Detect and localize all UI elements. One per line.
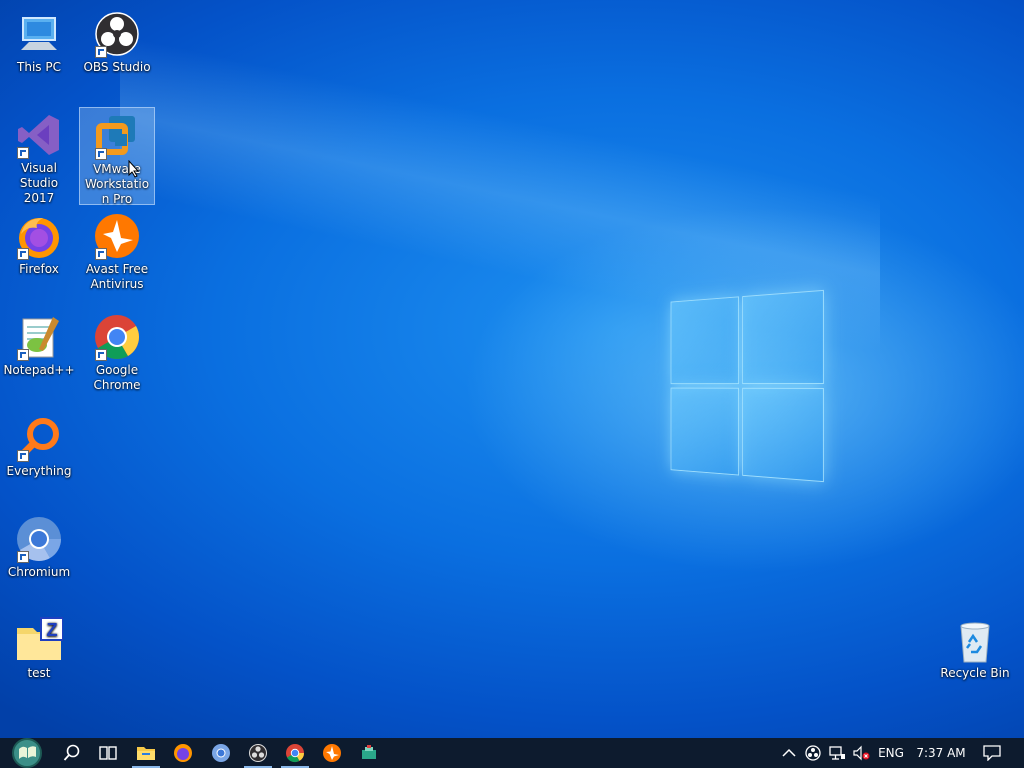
taskbar-chrome[interactable] xyxy=(277,738,313,768)
taskbar-chromium[interactable] xyxy=(203,738,239,768)
start-icon xyxy=(12,738,42,768)
desktop-icon-visual-studio[interactable]: Visual Studio 2017 xyxy=(1,107,77,206)
tray-obs[interactable] xyxy=(802,738,824,768)
desktop-icon-this-pc[interactable]: This PC xyxy=(1,6,77,75)
chevron-up-icon xyxy=(782,748,796,757)
icon-label: OBS Studio xyxy=(83,60,151,74)
action-center-button[interactable] xyxy=(978,738,1006,768)
show-hidden-icons[interactable] xyxy=(778,738,800,768)
network-icon xyxy=(829,746,845,760)
icon-label: VMware Workstation Pro xyxy=(84,162,150,206)
taskbar-firefox[interactable] xyxy=(165,738,201,768)
task-view-icon xyxy=(99,746,117,760)
avast-icon xyxy=(93,212,141,260)
icon-label: Visual Studio 2017 xyxy=(19,161,59,205)
desktop-icon-obs-studio[interactable]: OBS Studio xyxy=(79,6,155,75)
tray-volume[interactable] xyxy=(850,738,872,768)
taskbar-app[interactable] xyxy=(351,738,387,768)
desktop-icon-everything[interactable]: Everything xyxy=(1,410,77,479)
obs-icon xyxy=(249,744,267,762)
icon-label: Firefox xyxy=(19,262,59,276)
file-explorer-icon xyxy=(137,747,155,760)
volume-muted-icon xyxy=(853,745,870,761)
zip-folder-icon: Z xyxy=(15,616,63,664)
chrome-icon xyxy=(286,744,304,763)
notification-icon xyxy=(983,745,1001,761)
firefox-icon xyxy=(15,212,63,260)
desktop-icon-recycle-bin[interactable]: Recycle Bin xyxy=(937,612,1013,681)
taskbar: ENG 7:37 AM xyxy=(0,738,1024,768)
icon-label: This PC xyxy=(17,60,61,74)
app-icon xyxy=(362,745,376,759)
icon-label: test xyxy=(27,666,51,680)
notepadpp-icon xyxy=(15,313,63,361)
svg-text:Z: Z xyxy=(47,620,58,640)
chromium-icon xyxy=(15,515,63,563)
firefox-icon xyxy=(174,744,192,762)
icon-label: Notepad++ xyxy=(3,363,75,377)
search-button[interactable] xyxy=(54,738,90,768)
taskbar-obs[interactable] xyxy=(240,738,276,768)
desktop-icon-test[interactable]: Z test xyxy=(1,612,77,681)
tray-network[interactable] xyxy=(826,738,848,768)
desktop-icon-google-chrome[interactable]: Google Chrome xyxy=(79,309,155,393)
icon-label: Recycle Bin xyxy=(940,666,1010,680)
tray-language[interactable]: ENG xyxy=(874,738,908,768)
obs-icon xyxy=(93,10,141,58)
chrome-icon xyxy=(93,313,141,361)
taskbar-file-explorer[interactable] xyxy=(128,738,164,768)
icon-label: Google Chrome xyxy=(93,363,141,392)
everything-icon xyxy=(15,414,63,462)
obs-icon xyxy=(805,745,821,761)
mouse-cursor-icon xyxy=(128,160,140,178)
icon-label: Avast Free Antivirus xyxy=(85,262,149,291)
icon-label: Everything xyxy=(6,464,72,478)
icon-label: Chromium xyxy=(7,565,71,579)
vmware-icon xyxy=(93,112,141,160)
desktop-icon-avast[interactable]: Avast Free Antivirus xyxy=(79,208,155,292)
start-button[interactable] xyxy=(6,738,48,768)
desktop-icon-chromium[interactable]: Chromium xyxy=(1,511,77,580)
desktop[interactable]: This PC OBS Studio Visual Studio 2017 VM… xyxy=(0,0,1024,738)
search-icon xyxy=(63,744,80,761)
taskbar-avast[interactable] xyxy=(314,738,350,768)
tray-clock[interactable]: 7:37 AM xyxy=(912,738,970,768)
desktop-icon-firefox[interactable]: Firefox xyxy=(1,208,77,277)
desktop-icon-notepadpp[interactable]: Notepad++ xyxy=(1,309,77,378)
avast-icon xyxy=(323,744,341,762)
visual-studio-icon xyxy=(15,111,63,159)
windows-logo xyxy=(670,289,824,483)
desktop-icon-vmware[interactable]: VMware Workstation Pro xyxy=(79,107,155,206)
computer-icon xyxy=(15,10,63,58)
task-view-button[interactable] xyxy=(90,738,126,768)
chromium-icon xyxy=(212,744,230,762)
recycle-bin-icon xyxy=(951,616,999,664)
